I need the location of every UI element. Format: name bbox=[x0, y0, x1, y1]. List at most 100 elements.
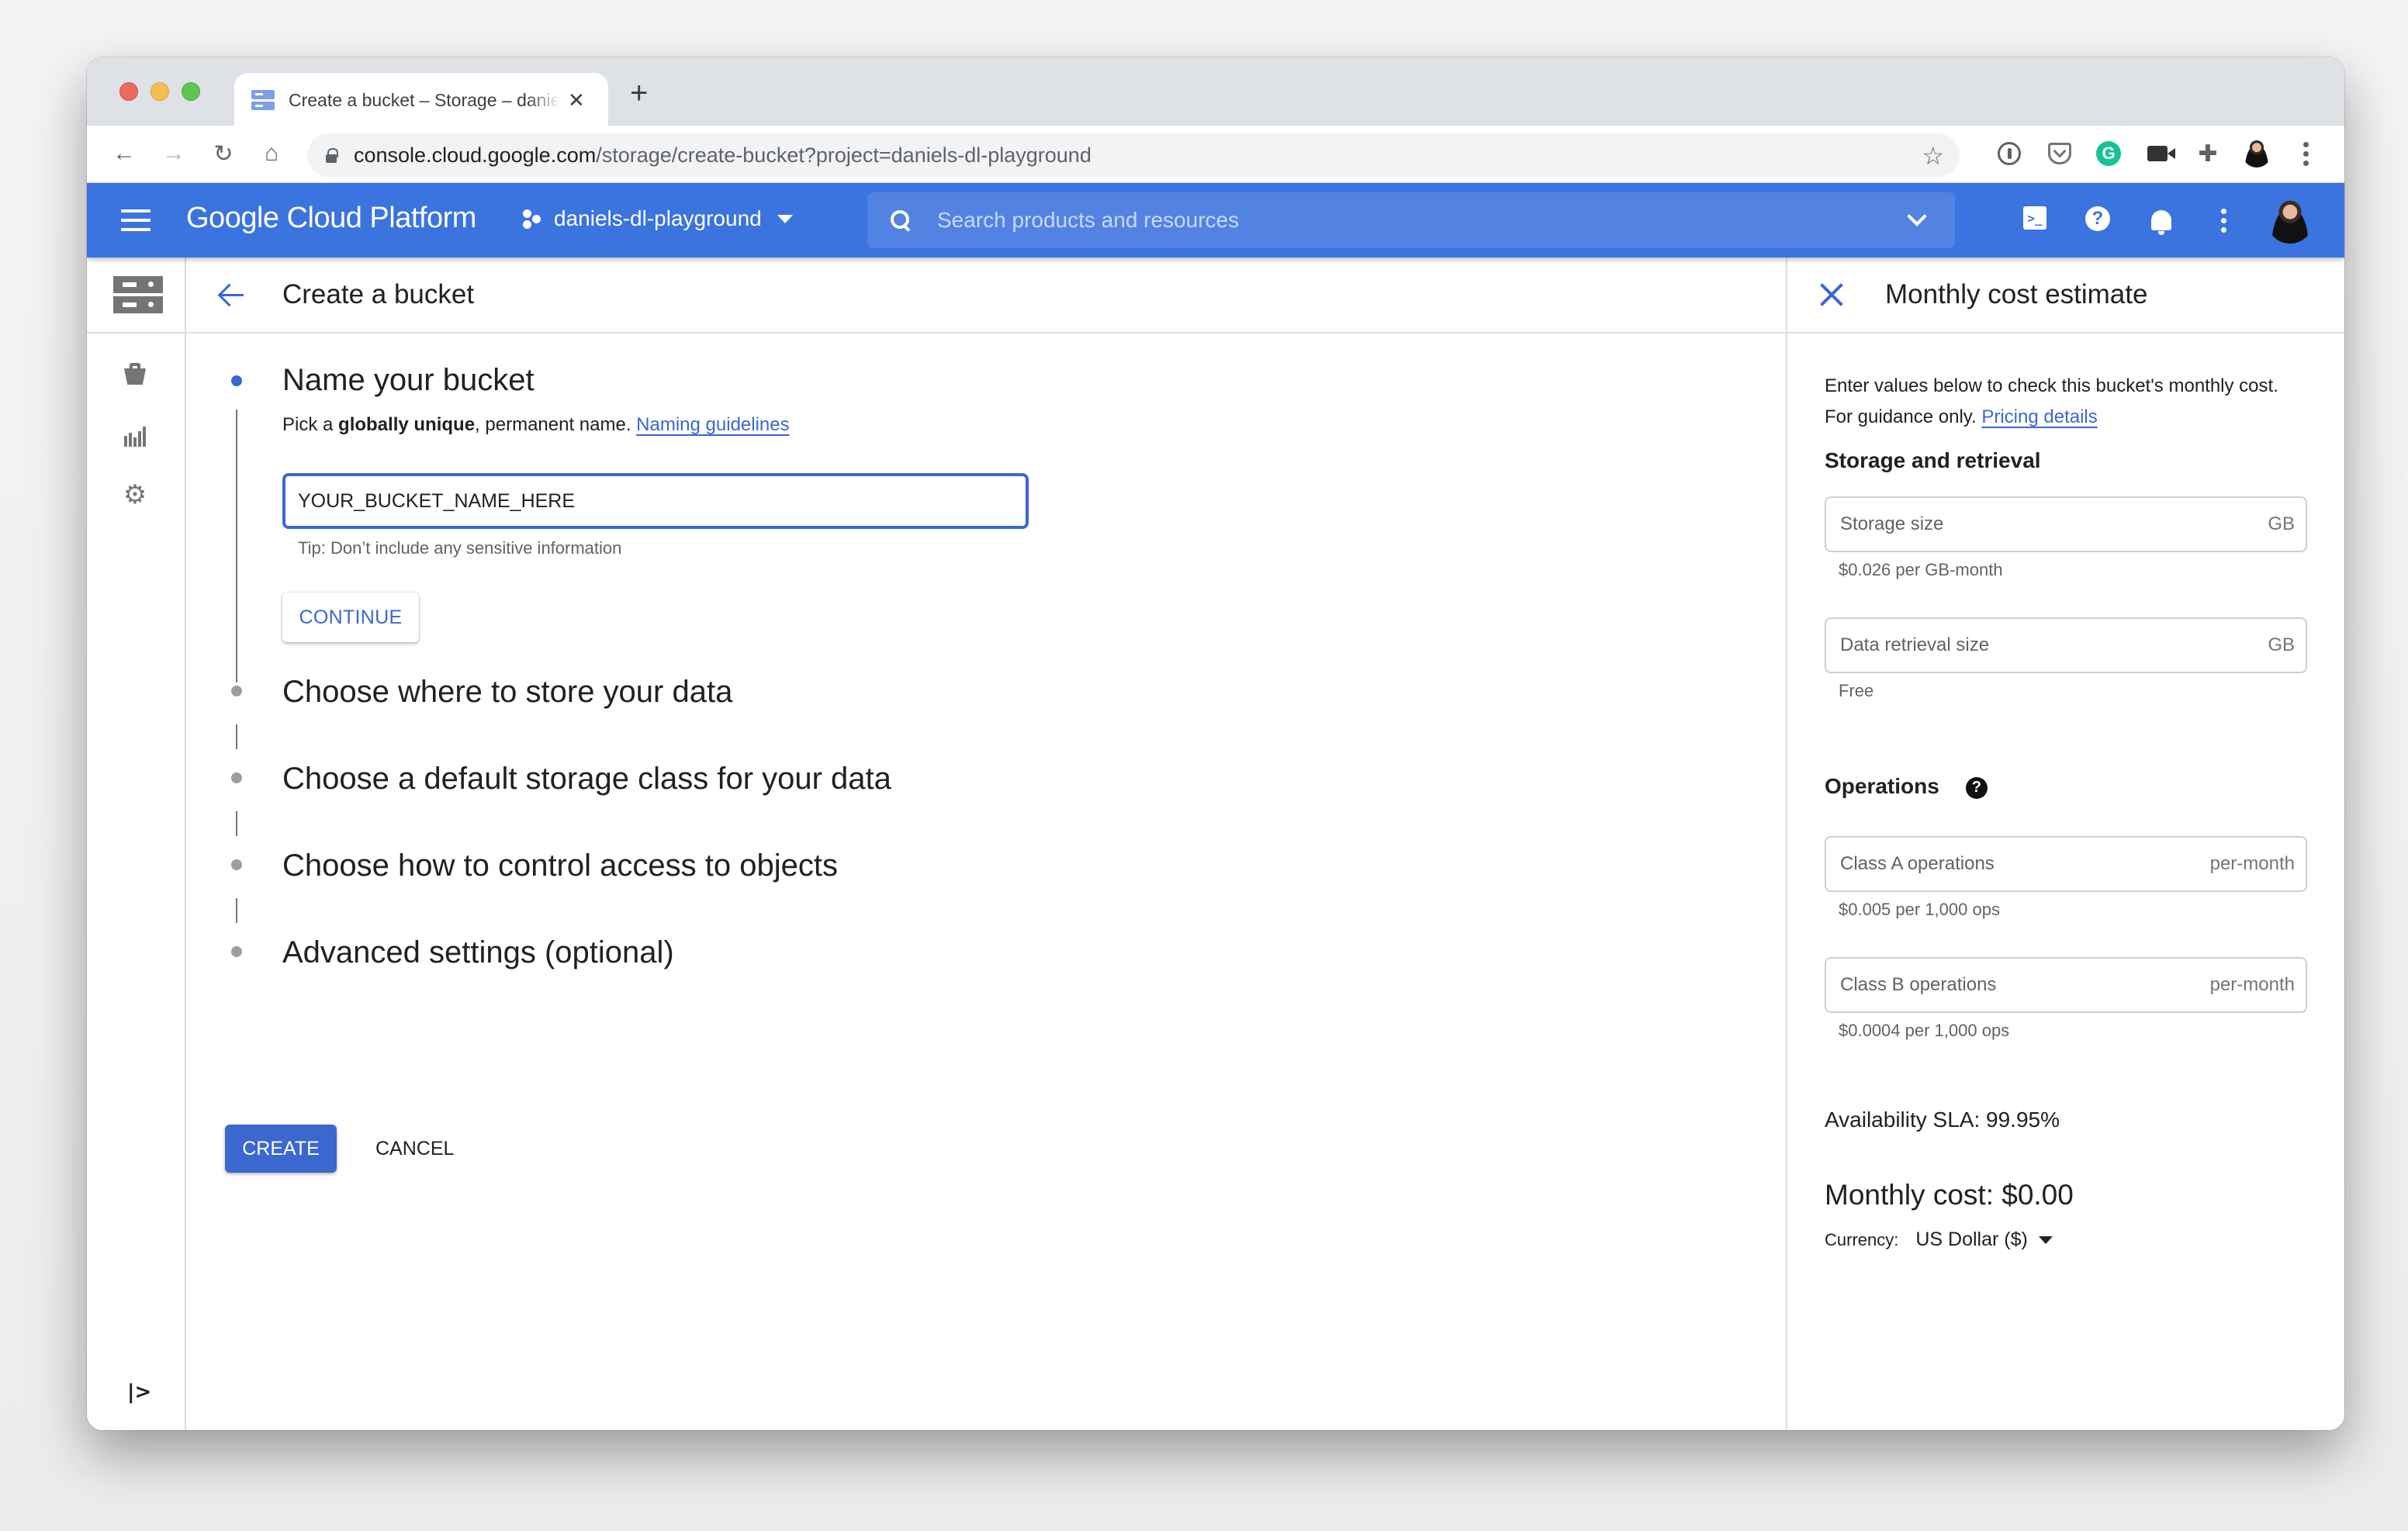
main-content: Create a bucket Name your bucket Pick a … bbox=[186, 257, 1786, 1430]
maximize-window-button[interactable] bbox=[182, 82, 200, 101]
page-title: Create a bucket bbox=[282, 279, 475, 309]
data-retrieval-input[interactable] bbox=[1840, 634, 2159, 656]
monthly-cost-total: Monthly cost: $0.00 bbox=[1825, 1179, 2074, 1211]
step-title[interactable]: Choose where to store your data bbox=[282, 670, 1310, 714]
help-icon[interactable]: ? bbox=[2085, 206, 2110, 231]
1password-icon[interactable] bbox=[1998, 142, 2021, 165]
operations-help-icon[interactable]: ? bbox=[1965, 776, 1988, 799]
step-title[interactable]: Name your bucket bbox=[282, 358, 1310, 402]
tab-strip: Create a bucket – Storage – daniels-dl-p… bbox=[87, 57, 2344, 127]
cancel-button[interactable]: CANCEL bbox=[375, 1138, 454, 1160]
class-a-unit: per-month bbox=[2209, 853, 2295, 874]
cost-intro: Enter values below to check this bucket'… bbox=[1825, 375, 2278, 427]
step-title[interactable]: Advanced settings (optional) bbox=[282, 931, 1310, 974]
class-a-operations-input[interactable] bbox=[1840, 853, 2159, 875]
minimize-window-button[interactable] bbox=[150, 82, 169, 101]
create-button[interactable]: CREATE bbox=[225, 1125, 337, 1173]
back-button[interactable]: ← bbox=[107, 137, 141, 171]
extensions-puzzle-icon[interactable]: ✚ bbox=[2194, 140, 2222, 168]
bookmark-star-icon[interactable]: ☆ bbox=[1922, 141, 1944, 171]
search-icon bbox=[891, 210, 911, 230]
step-connector bbox=[236, 811, 237, 836]
step-storage-class[interactable]: Choose a default storage class for your … bbox=[223, 757, 1310, 836]
step-connector bbox=[236, 898, 237, 923]
account-avatar[interactable] bbox=[2267, 197, 2313, 244]
create-bucket-stepper: Name your bucket Pick a globally unique,… bbox=[223, 358, 1310, 974]
step-location[interactable]: Choose where to store your data bbox=[223, 670, 1310, 749]
step-connector bbox=[236, 724, 237, 749]
browser-menu-kebab-icon[interactable] bbox=[2292, 140, 2320, 168]
video-icon[interactable] bbox=[2147, 146, 2175, 161]
gcp-logo-title[interactable]: Google Cloud Platform bbox=[186, 202, 476, 235]
step-dot bbox=[231, 859, 242, 870]
storage-section-title: Storage and retrieval bbox=[1825, 448, 2041, 472]
step-description: Pick a globally unique, permanent name. … bbox=[282, 414, 790, 435]
grammarly-icon[interactable]: G bbox=[2096, 141, 2121, 166]
gcp-header: Google Cloud Platform daniels-dl-playgro… bbox=[87, 183, 2344, 257]
cost-panel-header: Monthly cost estimate bbox=[1787, 257, 2344, 334]
class-b-unit: per-month bbox=[2209, 974, 2295, 995]
bucket-name-input[interactable] bbox=[282, 473, 1029, 529]
step-title[interactable]: Choose how to control access to objects bbox=[282, 844, 1310, 887]
browser-toolbar: ← → ↻ ⌂ console.cloud.google.com/storage… bbox=[87, 126, 2344, 183]
left-nav-rail: ⚙ |> bbox=[87, 257, 186, 1430]
step-advanced-settings[interactable]: Advanced settings (optional) bbox=[223, 931, 1310, 974]
continue-button[interactable]: CONTINUE bbox=[282, 593, 419, 642]
search-input[interactable]: Search products and resources bbox=[937, 208, 1910, 233]
currency-label: Currency: bbox=[1825, 1229, 1899, 1249]
expand-rail-icon[interactable]: |> bbox=[127, 1381, 151, 1404]
home-button[interactable]: ⌂ bbox=[254, 137, 289, 171]
class-b-operations-field[interactable]: per-month bbox=[1825, 957, 2307, 1013]
cost-panel-title: Monthly cost estimate bbox=[1885, 279, 2148, 309]
settings-icon[interactable]: ⚙ bbox=[123, 482, 147, 508]
close-window-button[interactable] bbox=[119, 82, 138, 101]
cost-panel-body: Enter values below to check this bucket'… bbox=[1787, 334, 2344, 1251]
hamburger-menu-icon[interactable] bbox=[121, 209, 150, 231]
class-a-operations-field[interactable]: per-month bbox=[1825, 836, 2307, 892]
buckets-icon[interactable] bbox=[123, 361, 147, 386]
project-picker[interactable]: daniels-dl-playground bbox=[521, 206, 793, 231]
monitoring-icon[interactable] bbox=[123, 423, 147, 448]
reload-button[interactable]: ↻ bbox=[206, 137, 240, 171]
lock-icon bbox=[326, 148, 338, 163]
caret-down-icon bbox=[777, 214, 793, 223]
bucket-name-hint: Tip: Don’t include any sensitive informa… bbox=[298, 538, 622, 558]
data-retrieval-field[interactable]: GB bbox=[1825, 617, 2307, 673]
storage-size-input[interactable] bbox=[1840, 513, 2159, 535]
notifications-bell-icon[interactable] bbox=[2147, 206, 2175, 235]
pricing-details-link[interactable]: Pricing details bbox=[1981, 406, 2097, 427]
class-a-price: $0.005 per 1,000 ops bbox=[1839, 900, 2000, 919]
form-actions: CREATE CANCEL bbox=[225, 1125, 454, 1173]
storage-favicon-icon bbox=[251, 90, 275, 110]
project-hexagon-icon bbox=[521, 208, 543, 230]
availability-sla: Availability SLA: 99.95% bbox=[1825, 1108, 2060, 1132]
browser-tab-active[interactable]: Create a bucket – Storage – daniels-dl-p… bbox=[234, 73, 608, 127]
storage-product-icon[interactable] bbox=[113, 276, 163, 313]
step-name-bucket: Name your bucket Pick a globally unique,… bbox=[223, 358, 1310, 683]
back-arrow-icon[interactable] bbox=[217, 279, 248, 310]
step-title[interactable]: Choose a default storage class for your … bbox=[282, 757, 1310, 800]
search-bar[interactable]: Search products and resources bbox=[867, 192, 1955, 248]
currency-value: US Dollar ($) bbox=[1915, 1229, 2028, 1250]
new-tab-button[interactable]: + bbox=[630, 78, 648, 109]
header-kebab-icon[interactable] bbox=[2209, 206, 2237, 234]
pocket-icon[interactable] bbox=[2048, 143, 2071, 164]
class-b-operations-input[interactable] bbox=[1840, 974, 2159, 996]
currency-select[interactable]: US Dollar ($) bbox=[1915, 1229, 2053, 1251]
storage-size-field[interactable]: GB bbox=[1825, 496, 2307, 552]
data-retrieval-price: Free bbox=[1839, 681, 1874, 700]
tab-title: Create a bucket – Storage – daniels-dl-p… bbox=[289, 89, 560, 110]
address-bar[interactable]: console.cloud.google.com/storage/create-… bbox=[307, 133, 1960, 177]
cloud-shell-icon[interactable]: >_ bbox=[2023, 206, 2046, 230]
forward-button[interactable]: → bbox=[157, 137, 191, 171]
step-dot-active bbox=[231, 375, 242, 386]
step-access-control[interactable]: Choose how to control access to objects bbox=[223, 844, 1310, 923]
naming-guidelines-link[interactable]: Naming guidelines bbox=[636, 414, 789, 435]
close-panel-icon[interactable] bbox=[1818, 282, 1845, 308]
class-b-price: $0.0004 per 1,000 ops bbox=[1839, 1021, 2010, 1040]
profile-avatar[interactable] bbox=[2242, 138, 2271, 168]
chevron-down-icon[interactable] bbox=[1907, 206, 1927, 226]
data-retrieval-unit: GB bbox=[2268, 634, 2295, 655]
tab-close-icon[interactable]: ✕ bbox=[568, 88, 585, 112]
project-name: daniels-dl-playground bbox=[554, 206, 762, 230]
